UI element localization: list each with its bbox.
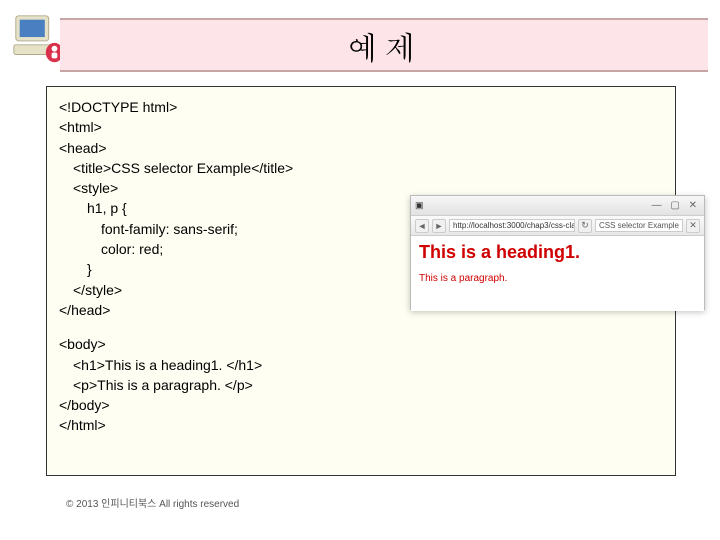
browser-tab[interactable]: CSS selector Example [595, 219, 683, 232]
close-tab-icon[interactable]: ✕ [686, 219, 700, 233]
code-line: <html> [59, 117, 663, 137]
address-bar[interactable]: http://localhost:3000/chap3/css-class.ht… [449, 219, 575, 232]
browser-preview: ▣ — ▢ ✕ ◄ ► http://localhost:3000/chap3/… [410, 195, 705, 310]
code-line: <head> [59, 138, 663, 158]
window-icon: ▣ [415, 200, 424, 211]
refresh-button[interactable]: ↻ [578, 219, 592, 233]
code-line: </html> [59, 415, 663, 435]
rendered-heading: This is a heading1. [419, 242, 696, 263]
code-line: </body> [59, 395, 663, 415]
browser-viewport: This is a heading1. This is a paragraph. [411, 236, 704, 311]
browser-navbar: ◄ ► http://localhost:3000/chap3/css-clas… [411, 216, 704, 236]
code-line [59, 320, 663, 334]
browser-titlebar: ▣ — ▢ ✕ [411, 196, 704, 216]
copyright-footer: © 2013 인피니티북스 All rights reserved [66, 495, 239, 510]
window-controls: — ▢ ✕ [652, 200, 700, 211]
code-line: <p>This is a paragraph. </p> [59, 375, 663, 395]
code-line: <title>CSS selector Example</title> [59, 158, 663, 178]
forward-button[interactable]: ► [432, 219, 446, 233]
code-line: <body> [59, 334, 663, 354]
code-line: <!DOCTYPE html> [59, 97, 663, 117]
back-button[interactable]: ◄ [415, 219, 429, 233]
code-line: <h1>This is a heading1. </h1> [59, 355, 663, 375]
page-title: 예제 [346, 23, 422, 68]
title-band: 예제 [60, 18, 708, 72]
rendered-paragraph: This is a paragraph. [419, 273, 696, 284]
